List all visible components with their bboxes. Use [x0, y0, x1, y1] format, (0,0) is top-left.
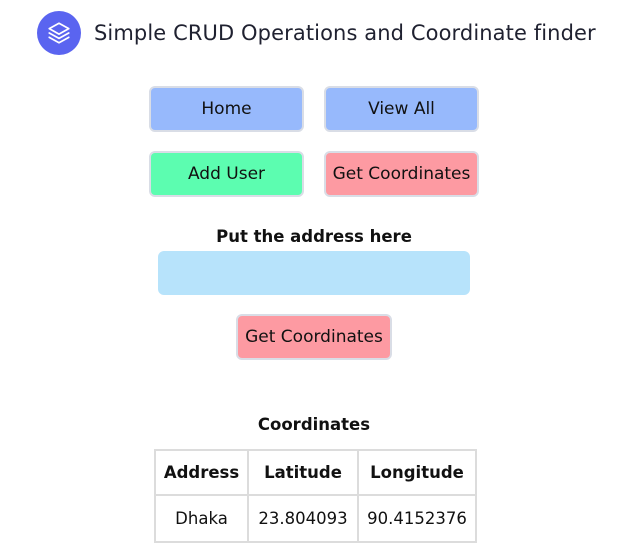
add-user-button[interactable]: Add User	[149, 151, 304, 197]
cell-longitude: 90.4152376	[357, 494, 477, 543]
app-title: Simple CRUD Operations and Coordinate fi…	[94, 21, 596, 45]
address-label: Put the address here	[216, 227, 412, 246]
table-header-row: Address Latitude Longitude	[154, 449, 477, 496]
column-header-latitude: Latitude	[247, 449, 359, 496]
column-header-address: Address	[154, 449, 249, 496]
cell-latitude: 23.804093	[247, 494, 359, 543]
header: Simple CRUD Operations and Coordinate fi…	[37, 11, 596, 55]
page: Simple CRUD Operations and Coordinate fi…	[0, 0, 635, 557]
table-row: Dhaka 23.804093 90.4152376	[154, 494, 477, 543]
layers-stack-icon	[37, 11, 81, 55]
nav-get-coordinates-button[interactable]: Get Coordinates	[324, 151, 479, 197]
address-input[interactable]	[158, 251, 470, 295]
coordinates-table: Address Latitude Longitude Dhaka 23.8040…	[154, 449, 477, 543]
get-coordinates-submit-button[interactable]: Get Coordinates	[236, 314, 392, 360]
cell-address: Dhaka	[154, 494, 249, 543]
column-header-longitude: Longitude	[357, 449, 477, 496]
home-button[interactable]: Home	[149, 86, 304, 132]
view-all-button[interactable]: View All	[324, 86, 479, 132]
coordinates-title: Coordinates	[257, 415, 371, 434]
